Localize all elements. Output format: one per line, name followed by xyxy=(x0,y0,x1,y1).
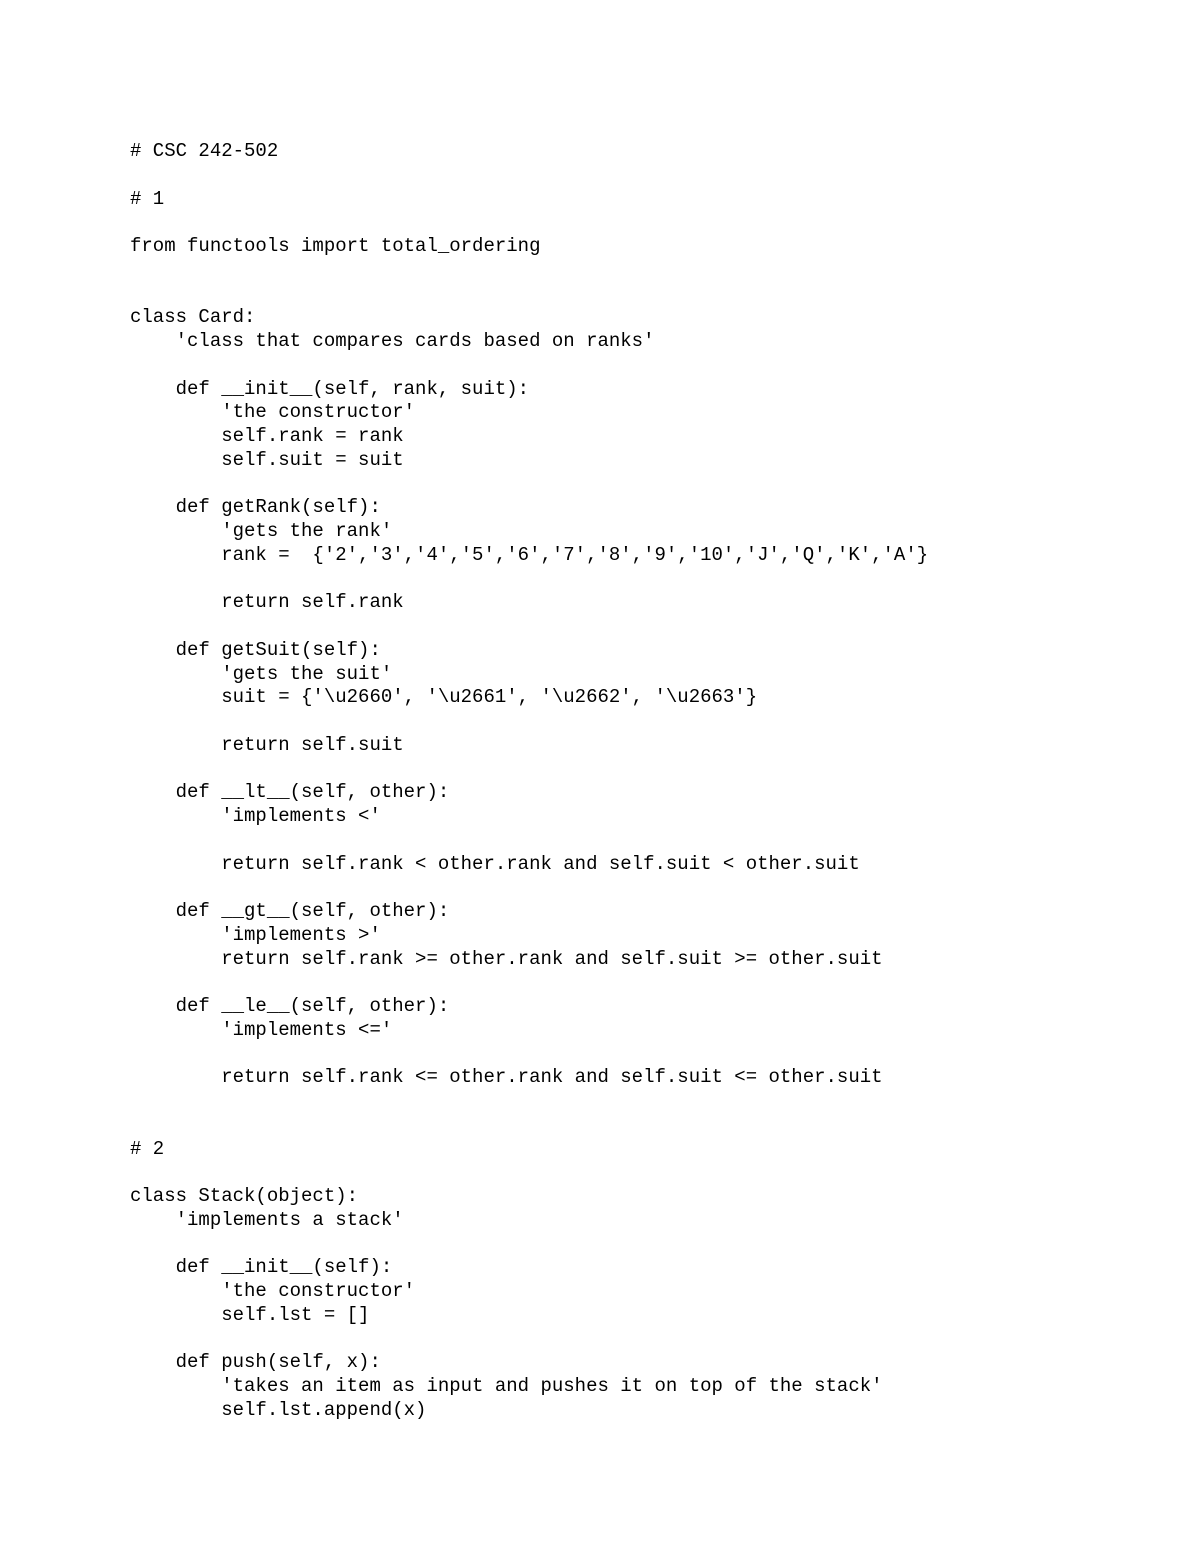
code-line xyxy=(130,283,1070,307)
code-line: return self.rank < other.rank and self.s… xyxy=(130,853,1070,877)
code-line xyxy=(130,1161,1070,1185)
code-line: 'the constructor' xyxy=(130,1280,1070,1304)
code-line: def __le__(self, other): xyxy=(130,995,1070,1019)
code-line: def push(self, x): xyxy=(130,1351,1070,1375)
code-line xyxy=(130,1090,1070,1114)
code-line xyxy=(130,568,1070,592)
code-line: 'the constructor' xyxy=(130,401,1070,425)
code-line: rank = {'2','3','4','5','6','7','8','9',… xyxy=(130,544,1070,568)
code-line xyxy=(130,876,1070,900)
code-line: def __init__(self, rank, suit): xyxy=(130,378,1070,402)
code-line xyxy=(130,1233,1070,1257)
code-line: return self.rank xyxy=(130,591,1070,615)
code-line: def __init__(self): xyxy=(130,1256,1070,1280)
code-line: return self.suit xyxy=(130,734,1070,758)
code-line: 'class that compares cards based on rank… xyxy=(130,330,1070,354)
code-line: class Stack(object): xyxy=(130,1185,1070,1209)
code-line xyxy=(130,615,1070,639)
code-line xyxy=(130,1328,1070,1352)
code-line: self.lst = [] xyxy=(130,1304,1070,1328)
code-line: def getRank(self): xyxy=(130,496,1070,520)
code-line xyxy=(130,710,1070,734)
code-line: def getSuit(self): xyxy=(130,639,1070,663)
code-line: def __gt__(self, other): xyxy=(130,900,1070,924)
code-line: # 2 xyxy=(130,1138,1070,1162)
code-line: self.rank = rank xyxy=(130,425,1070,449)
code-line: 'implements <=' xyxy=(130,1019,1070,1043)
code-line: class Card: xyxy=(130,306,1070,330)
code-line: from functools import total_ordering xyxy=(130,235,1070,259)
code-block: # CSC 242-502 # 1 from functools import … xyxy=(130,140,1070,1423)
code-line: return self.rank <= other.rank and self.… xyxy=(130,1066,1070,1090)
code-line xyxy=(130,354,1070,378)
code-line: self.lst.append(x) xyxy=(130,1399,1070,1423)
code-line: 'implements a stack' xyxy=(130,1209,1070,1233)
code-line xyxy=(130,758,1070,782)
code-line: self.suit = suit xyxy=(130,449,1070,473)
code-line: 'implements >' xyxy=(130,924,1070,948)
code-line: def __lt__(self, other): xyxy=(130,781,1070,805)
code-line xyxy=(130,211,1070,235)
code-line: 'gets the rank' xyxy=(130,520,1070,544)
code-line: 'takes an item as input and pushes it on… xyxy=(130,1375,1070,1399)
code-line xyxy=(130,259,1070,283)
code-line: # CSC 242-502 xyxy=(130,140,1070,164)
code-line: # 1 xyxy=(130,188,1070,212)
code-line: 'implements <' xyxy=(130,805,1070,829)
code-line xyxy=(130,971,1070,995)
code-line xyxy=(130,473,1070,497)
code-line: return self.rank >= other.rank and self.… xyxy=(130,948,1070,972)
code-line xyxy=(130,829,1070,853)
code-line xyxy=(130,164,1070,188)
code-line xyxy=(130,1114,1070,1138)
code-line: suit = {'\u2660', '\u2661', '\u2662', '\… xyxy=(130,686,1070,710)
code-line xyxy=(130,1043,1070,1067)
code-line: 'gets the suit' xyxy=(130,663,1070,687)
